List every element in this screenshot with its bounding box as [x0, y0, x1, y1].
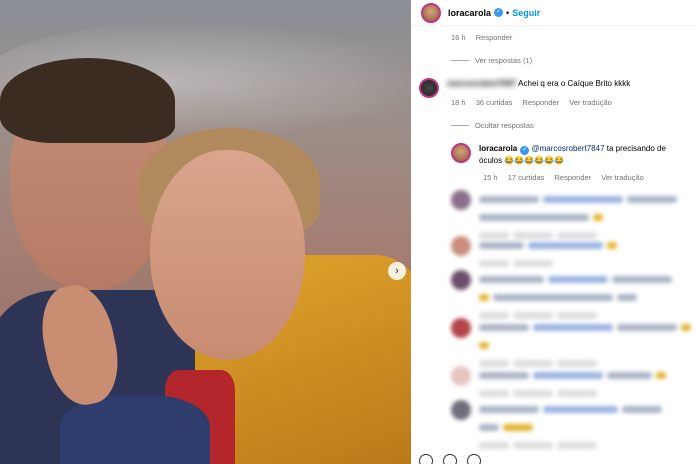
view-replies-label: Ver respostas (1)	[475, 56, 533, 65]
avatar[interactable]	[451, 366, 471, 386]
comment-time: 16 h	[451, 33, 466, 42]
reply-button[interactable]: Responder	[522, 98, 559, 107]
comment-meta: 18 h 36 curtidas Responder Ver tradução	[451, 98, 620, 107]
blurred-content	[479, 400, 696, 454]
comment-item: marcosrobert7847 Achei q era o Caíque Br…	[419, 78, 677, 98]
translate-button[interactable]: Ver tradução	[569, 98, 612, 107]
translate-button[interactable]: Ver tradução	[601, 173, 644, 182]
chevron-right-icon: ›	[395, 265, 399, 277]
hide-replies-label: Ocultar respostas	[475, 121, 534, 130]
avatar[interactable]	[421, 2, 441, 23]
avatar[interactable]	[451, 318, 471, 338]
action-bar	[419, 454, 481, 464]
likes-count[interactable]: 17 curtidas	[508, 173, 545, 182]
blurred-content	[479, 236, 696, 272]
verified-icon: ✓	[494, 8, 504, 17]
reply-body: loracarola ✓ @marcosrobert7847 ta precisa…	[479, 143, 669, 166]
avatar[interactable]	[451, 143, 471, 163]
view-replies-link[interactable]: Ver respostas (1)	[451, 56, 532, 65]
blurred-content	[479, 366, 696, 402]
photo-woman-head	[150, 150, 305, 360]
avatar[interactable]	[419, 78, 439, 98]
comments-panel: loracarola ✓ • Seguir 16 h Responder Ver…	[411, 0, 696, 464]
post-photo: ›	[0, 0, 411, 464]
blurred-content	[479, 270, 696, 324]
blurred-reply	[451, 270, 696, 324]
header-username[interactable]: loracarola	[448, 8, 491, 18]
reply-button[interactable]: Responder	[476, 33, 513, 42]
divider-line	[451, 60, 469, 61]
reply-time: 15 h	[483, 173, 498, 182]
divider-line	[451, 125, 469, 126]
blurred-reply	[451, 366, 696, 402]
mention-link[interactable]: @marcosrobert7847	[531, 144, 604, 153]
reply-item: loracarola ✓ @marcosrobert7847 ta precisa…	[451, 143, 669, 166]
hide-replies-link[interactable]: Ocultar respostas	[451, 121, 534, 130]
comment-time: 18 h	[451, 98, 466, 107]
reply-button[interactable]: Responder	[554, 173, 591, 182]
follow-button[interactable]: Seguir	[512, 8, 540, 18]
blurred-content	[479, 318, 696, 372]
blurred-reply	[451, 318, 696, 372]
avatar[interactable]	[451, 236, 471, 256]
photo-man-hair	[0, 58, 175, 143]
comment-username[interactable]: marcosrobert7847	[447, 79, 516, 88]
avatar[interactable]	[451, 270, 471, 290]
post-header: loracarola ✓ • Seguir	[411, 0, 696, 26]
avatar[interactable]	[451, 400, 471, 420]
top-comment-meta: 16 h Responder	[451, 33, 520, 42]
blurred-reply	[451, 236, 696, 272]
comment-text: Achei q era o Caíque Brito kkkk	[518, 79, 631, 88]
reply-username[interactable]: loracarola	[479, 144, 517, 153]
share-icon[interactable]	[467, 454, 481, 464]
comment-body: marcosrobert7847 Achei q era o Caíque Br…	[447, 78, 677, 98]
heart-icon[interactable]	[419, 454, 433, 464]
blurred-reply	[451, 400, 696, 454]
verified-icon: ✓	[520, 146, 530, 155]
photo-sleeve	[60, 395, 210, 464]
comment-icon[interactable]	[443, 454, 457, 464]
separator-dot: •	[506, 7, 510, 18]
next-photo-button[interactable]: ›	[388, 262, 406, 280]
avatar[interactable]	[451, 190, 471, 210]
likes-count[interactable]: 36 curtidas	[476, 98, 513, 107]
reply-meta: 15 h 17 curtidas Responder Ver tradução	[483, 173, 652, 182]
